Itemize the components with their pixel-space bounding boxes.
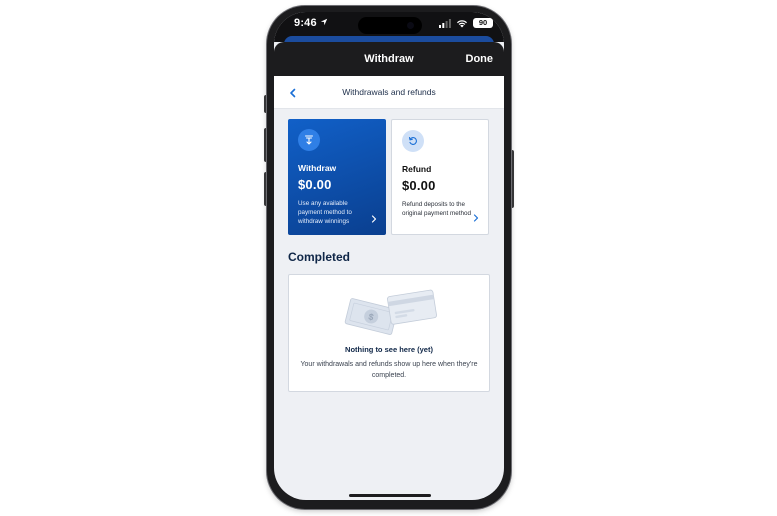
stage: 9:46 90 Withdraw Done Withdrawals and re… bbox=[0, 0, 777, 516]
battery-indicator: 90 bbox=[473, 18, 493, 28]
phone-screen: 9:46 90 Withdraw Done Withdrawals and re… bbox=[274, 12, 504, 500]
withdraw-amount: $0.00 bbox=[298, 177, 332, 192]
refund-card[interactable]: Refund $0.00 Refund deposits to the orig… bbox=[391, 119, 489, 235]
empty-state-title: Nothing to see here (yet) bbox=[345, 345, 433, 354]
withdraw-title: Withdraw bbox=[298, 163, 337, 173]
subheader: Withdrawals and refunds bbox=[274, 76, 504, 109]
empty-state: $ Nothing to see here (yet) Your withdra… bbox=[288, 274, 490, 392]
withdraw-arrow-icon bbox=[298, 129, 320, 151]
wifi-icon bbox=[457, 19, 467, 27]
refund-description: Refund deposits to the original payment … bbox=[402, 201, 471, 217]
refund-amount: $0.00 bbox=[402, 178, 436, 193]
refund-title: Refund bbox=[402, 164, 432, 174]
withdraw-description: Use any available payment method to with… bbox=[298, 200, 352, 225]
location-arrow-icon bbox=[320, 18, 328, 26]
cellular-signal-icon bbox=[439, 18, 451, 28]
completed-heading: Completed bbox=[288, 250, 351, 264]
done-button[interactable]: Done bbox=[466, 53, 494, 65]
camera-icon bbox=[407, 22, 414, 29]
refund-arrow-icon bbox=[402, 130, 424, 152]
withdraw-card[interactable]: Withdraw $0.00 Use any available payment… bbox=[288, 119, 386, 235]
chevron-right-icon bbox=[371, 215, 377, 223]
status-time: 9:46 bbox=[294, 17, 317, 29]
sheet-header: Withdraw Done bbox=[274, 42, 504, 76]
cash-and-card-illustration: $ bbox=[344, 289, 437, 335]
status-indicators: 90 bbox=[439, 18, 493, 28]
home-indicator[interactable] bbox=[349, 494, 431, 497]
chevron-right-icon bbox=[473, 214, 479, 222]
subheader-title: Withdrawals and refunds bbox=[342, 87, 436, 97]
empty-state-text: Your withdrawals and refunds show up her… bbox=[300, 361, 478, 379]
